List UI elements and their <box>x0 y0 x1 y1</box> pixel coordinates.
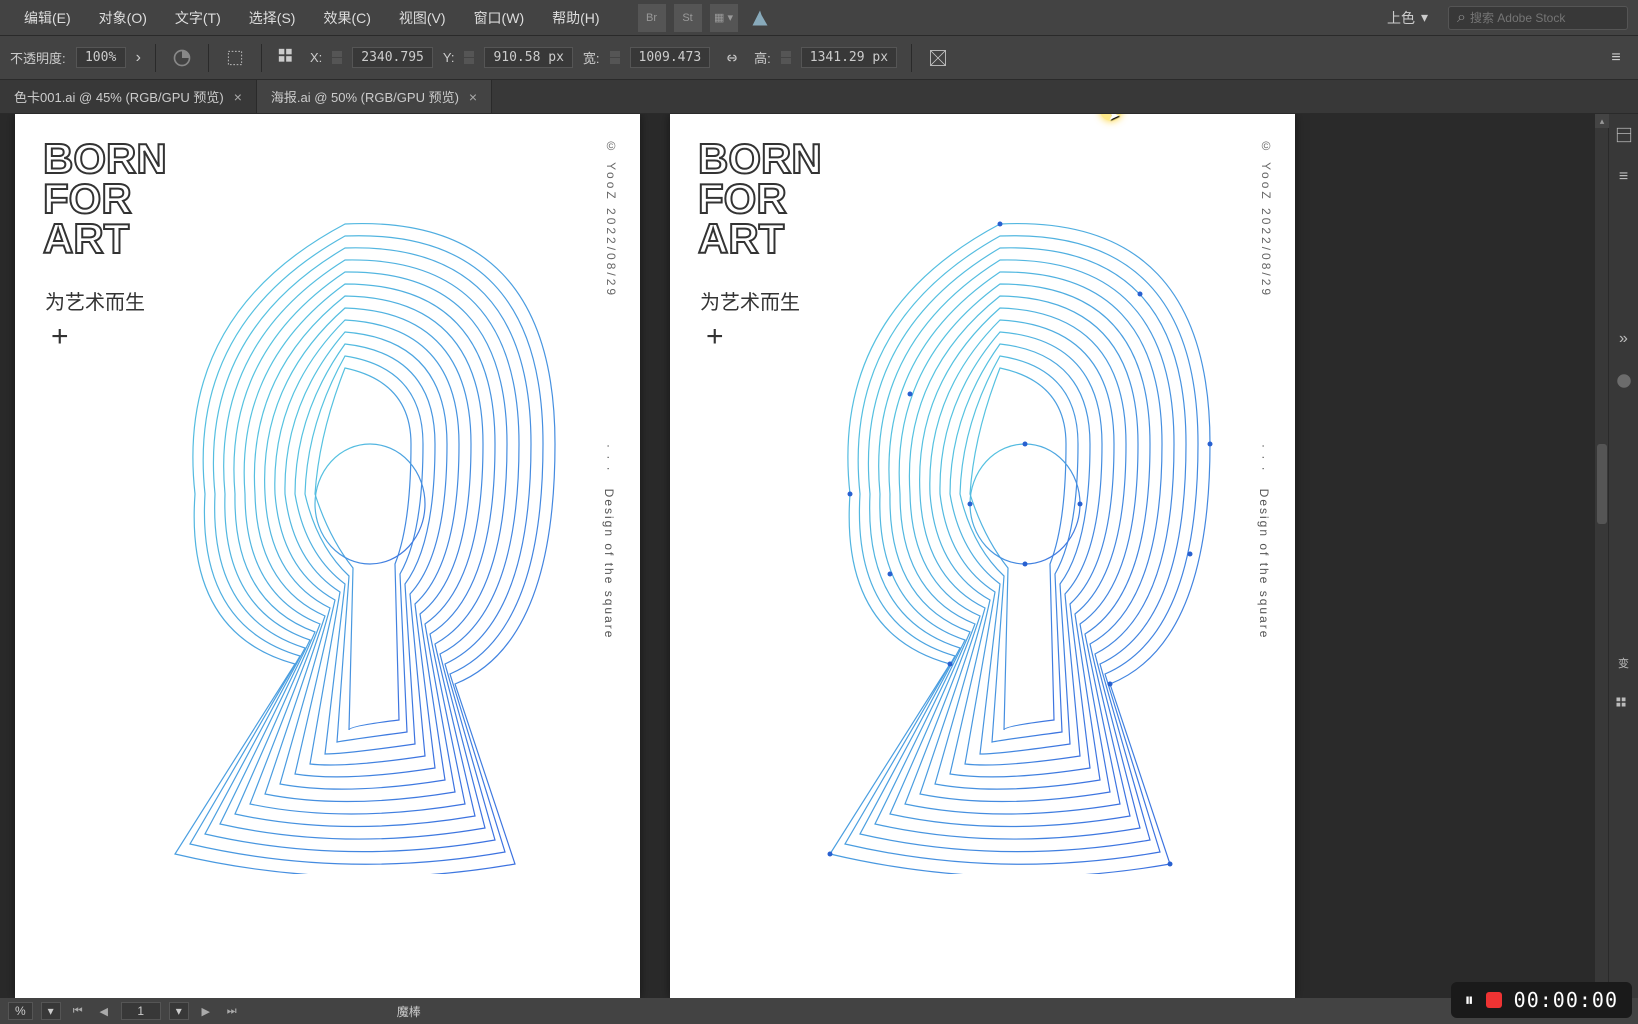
prev-artboard-icon[interactable]: ◀ <box>95 1003 113 1019</box>
menu-window[interactable]: 窗口(W) <box>460 0 539 36</box>
artboard-2[interactable]: BORN FOR ART 为艺术而生 + © YooZ 2022/08/29 ·… <box>670 114 1295 998</box>
tab-label: 海报.ai @ 50% (RGB/GPU 预览) <box>271 87 459 106</box>
menu-select[interactable]: 选择(S) <box>235 0 310 36</box>
poster-copyright: © YooZ 2022/08/29 <box>1259 139 1273 298</box>
menu-effect[interactable]: 效果(C) <box>309 0 384 36</box>
workspace-label: 上色 <box>1387 8 1415 28</box>
zoom-dropdown[interactable]: % <box>8 1002 33 1020</box>
h-label: 高: <box>754 48 771 67</box>
cursor-icon: ➤ <box>1108 114 1120 124</box>
h-value[interactable]: 1341.29 px <box>801 47 897 68</box>
tab-document-1[interactable]: 色卡001.ai @ 45% (RGB/GPU 预览) × <box>0 80 257 113</box>
head-blend-artwork-selected[interactable] <box>770 194 1240 874</box>
w-value[interactable]: 1009.473 <box>630 47 711 68</box>
scroll-up-icon[interactable]: ▴ <box>1595 114 1609 128</box>
workspace: BORN FOR ART 为艺术而生 + © YooZ 2022/08/29 ·… <box>0 114 1638 998</box>
w-label: 宽: <box>583 48 600 67</box>
scroll-thumb[interactable] <box>1597 444 1607 524</box>
x-value[interactable]: 2340.795 <box>352 47 433 68</box>
align-icon[interactable] <box>276 46 300 70</box>
menu-bar: 编辑(E) 对象(O) 文字(T) 选择(S) 效果(C) 视图(V) 窗口(W… <box>0 0 1638 36</box>
align-panel-icon[interactable] <box>1613 694 1635 716</box>
artboard-number[interactable]: 1 <box>121 1002 161 1020</box>
right-panel-dock: ≡ » 变 <box>1608 114 1638 998</box>
tab-label: 色卡001.ai @ 45% (RGB/GPU 预览) <box>14 87 224 106</box>
tab-document-2[interactable]: 海报.ai @ 50% (RGB/GPU 预览) × <box>257 80 492 113</box>
transform-icon[interactable] <box>223 46 247 70</box>
chevron-right-icon[interactable]: › <box>136 49 141 67</box>
last-artboard-icon[interactable]: ⏭ <box>223 1003 241 1019</box>
y-value[interactable]: 910.58 px <box>484 47 572 68</box>
transform-panel-icon[interactable]: 变 <box>1613 652 1635 674</box>
close-icon[interactable]: × <box>469 89 477 105</box>
control-bar: 不透明度: 100% › X: 2340.795 Y: 910.58 px 宽:… <box>0 36 1638 80</box>
current-tool: 魔棒 <box>397 1003 421 1020</box>
vertical-scrollbar[interactable]: ▴ ▾ <box>1594 114 1608 998</box>
w-spinner[interactable] <box>610 51 620 64</box>
x-spinner[interactable] <box>332 51 342 64</box>
record-stop-button[interactable] <box>1486 992 1502 1008</box>
color-panel-icon[interactable] <box>1613 370 1635 392</box>
search-icon: ⌕ <box>1457 9 1466 27</box>
stock-icon[interactable]: St <box>674 4 702 32</box>
poster-sidetext: · · · Design of the square <box>1257 444 1271 639</box>
artboard-1[interactable]: BORN FOR ART 为艺术而生 + © YooZ 2022/08/29 ·… <box>15 114 640 998</box>
h-spinner[interactable] <box>781 51 791 64</box>
panel-expand-icon[interactable]: ≡ <box>1613 166 1635 188</box>
menu-text[interactable]: 文字(T) <box>161 0 235 36</box>
bridge-icon[interactable]: Br <box>638 4 666 32</box>
panel-menu-icon[interactable]: ≡ <box>1604 46 1628 70</box>
poster-plus: + <box>51 320 69 354</box>
next-artboard-icon[interactable]: ▶ <box>197 1003 215 1019</box>
menu-view[interactable]: 视图(V) <box>385 0 460 36</box>
poster-sidetext: · · · Design of the square <box>602 444 616 639</box>
recorder-timer: 00:00:00 <box>1514 988 1618 1012</box>
chevron-down-icon: ▾ <box>1421 9 1428 26</box>
recolor-icon[interactable] <box>170 46 194 70</box>
isolate-icon[interactable] <box>926 46 950 70</box>
x-label: X: <box>310 50 322 65</box>
arrange-icon[interactable]: ▦ ▾ <box>710 4 738 32</box>
status-bar: % ▾ ⏮ ◀ 1 ▾ ▶ ⏭ 魔棒 ▶ <box>0 998 1638 1024</box>
menu-help[interactable]: 帮助(H) <box>538 0 613 36</box>
opacity-label: 不透明度: <box>10 48 66 67</box>
y-spinner[interactable] <box>464 51 474 64</box>
first-artboard-icon[interactable]: ⏮ <box>69 1003 87 1019</box>
pause-button[interactable]: ⏸ <box>1465 990 1474 1011</box>
document-tabs: 色卡001.ai @ 45% (RGB/GPU 预览) × 海报.ai @ 50… <box>0 80 1638 114</box>
stock-search-input[interactable] <box>1470 11 1619 25</box>
menu-object[interactable]: 对象(O) <box>85 0 161 36</box>
canvas[interactable]: BORN FOR ART 为艺术而生 + © YooZ 2022/08/29 ·… <box>0 114 1594 998</box>
link-wh-icon[interactable] <box>720 46 744 70</box>
close-icon[interactable]: × <box>234 89 242 105</box>
gpu-icon[interactable] <box>746 4 774 32</box>
screen-recorder-widget: ⏸ 00:00:00 <box>1451 982 1632 1018</box>
menu-edit[interactable]: 编辑(E) <box>10 0 85 36</box>
poster-copyright: © YooZ 2022/08/29 <box>604 139 618 298</box>
libraries-panel-icon[interactable]: » <box>1613 328 1635 350</box>
properties-panel-icon[interactable] <box>1613 124 1635 146</box>
opacity-value[interactable]: 100% <box>76 47 126 68</box>
stock-search[interactable]: ⌕ <box>1448 6 1628 30</box>
zoom-chevron[interactable]: ▾ <box>41 1002 61 1020</box>
artboard-chevron[interactable]: ▾ <box>169 1002 189 1020</box>
head-blend-artwork <box>115 194 585 874</box>
y-label: Y: <box>443 50 455 65</box>
poster-plus: + <box>706 320 724 354</box>
workspace-switcher[interactable]: 上色 ▾ <box>1379 4 1436 32</box>
